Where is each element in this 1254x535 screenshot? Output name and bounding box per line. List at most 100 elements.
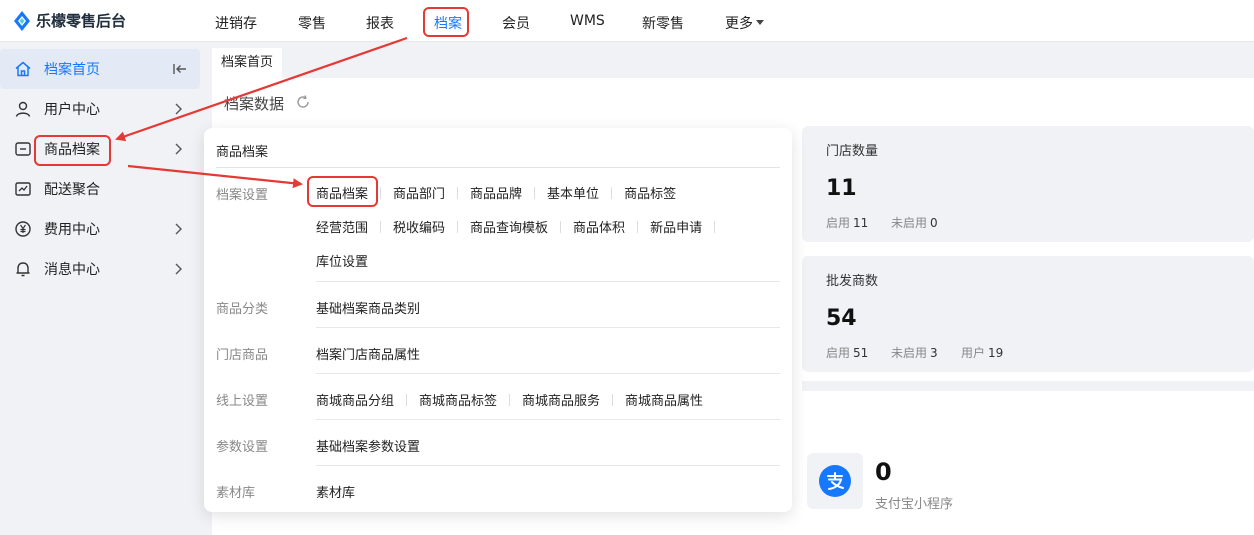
stat-users-label: 用户 [961,346,986,360]
row-label: 线上设置 [216,394,269,409]
home-icon [14,60,32,78]
section-title: 档案数据 [224,95,285,113]
goods-icon [14,140,32,158]
menu-link-goods-dept[interactable]: 商品部门 [393,183,445,202]
link-row: 基础档案参数设置 [316,436,420,455]
sidebar-item-archive-home[interactable]: 档案首页 [0,49,200,89]
nav-item-archive[interactable]: 档案 [434,13,462,33]
goods-archive-menu-panel: 商品档案 档案设置 商品档案 商品部门 商品品牌 基本单位 商品标签 经营范围 … [204,128,792,512]
stat-disabled: 未启用 3 [891,344,938,361]
menu-link-store-goods-attr[interactable]: 档案门店商品属性 [316,344,420,363]
separator [380,220,382,233]
refresh-icon[interactable] [296,95,310,109]
divider [316,281,780,282]
sidebar-item-label: 费用中心 [44,222,100,238]
separator [457,186,459,199]
menu-link-basic-unit[interactable]: 基本单位 [547,183,599,202]
menu-link-material-library[interactable]: 素材库 [316,482,355,501]
menu-link-goods-tag[interactable]: 商品标签 [624,183,676,202]
menu-link-tax-code[interactable]: 税收编码 [393,217,445,236]
link-row: 经营范围 税收编码 商品查询模板 商品体积 新品申请 [316,217,727,236]
sidebar-item-expense[interactable]: 费用中心 [0,209,200,249]
sidebar-item-label: 配送聚合 [44,182,100,198]
stat-enabled-value: 51 [853,346,869,360]
separator [612,393,614,406]
row-label: 商品分类 [216,302,269,317]
row-label: 素材库 [216,486,256,501]
brand-logo-icon [14,10,30,31]
sidebar-item-delivery[interactable]: 配送聚合 [0,169,200,209]
menu-link-param-settings[interactable]: 基础档案参数设置 [316,436,420,455]
nav-item-members[interactable]: 会员 [502,13,530,33]
stat-enabled-label: 启用 [826,216,851,230]
menu-link-new-product-request[interactable]: 新品申请 [650,217,702,236]
nav-item-inventory[interactable]: 进销存 [215,13,257,33]
nav-item-retail[interactable]: 零售 [298,13,326,33]
delivery-icon [14,180,32,198]
sidebar-item-label: 用户中心 [44,102,100,118]
section-divider [802,381,1254,391]
stat-enabled: 启用 51 [826,344,868,361]
link-row: 基础档案商品类别 [316,298,420,317]
chevron-right-icon [170,261,186,277]
alipay-label: 支付宝小程序 [875,497,954,512]
menu-link-goods-volume[interactable]: 商品体积 [573,217,625,236]
menu-link-mall-group[interactable]: 商城商品分组 [316,390,394,409]
panel-title: 商品档案 [216,145,269,160]
separator [560,220,562,233]
brand[interactable]: 乐檬零售后台 [14,10,126,31]
menu-link-basic-category[interactable]: 基础档案商品类别 [316,298,420,317]
sidebar-item-label: 商品档案 [44,142,100,158]
stat-users: 用户 19 [961,344,1003,361]
chevron-right-icon [170,141,186,157]
sidebar-item-user-center[interactable]: 用户中心 [0,89,200,129]
link-row: 库位设置 [316,251,368,270]
stat-enabled: 启用 11 [826,214,868,231]
menu-link-mall-tag[interactable]: 商城商品标签 [419,390,497,409]
link-row: 商品档案 商品部门 商品品牌 基本单位 商品标签 [316,183,676,202]
top-navigation-bar: 乐檬零售后台 进销存 零售 报表 档案 会员 WMS 新零售 更多 [0,0,1254,42]
nav-item-wms[interactable]: WMS [570,13,605,29]
collapse-sidebar-icon[interactable] [172,61,188,77]
separator [714,220,716,233]
divider [316,419,780,420]
nav-more-label: 更多 [725,16,753,32]
menu-link-goods-archive[interactable]: 商品档案 [316,183,368,202]
stat-label: 批发商数 [826,274,879,289]
caret-down-icon [756,19,764,25]
chevron-right-icon [170,221,186,237]
nav-item-new-retail[interactable]: 新零售 [642,13,684,33]
menu-link-query-template[interactable]: 商品查询模板 [470,217,548,236]
menu-link-location-settings[interactable]: 库位设置 [316,251,368,270]
separator [457,220,459,233]
stat-disabled-label: 未启用 [891,346,928,360]
divider [316,327,780,328]
link-row: 商城商品分组 商城商品标签 商城商品服务 商城商品属性 [316,390,703,409]
bell-icon [14,260,32,278]
separator [611,186,613,199]
divider [216,167,780,168]
stat-value: 11 [826,176,857,201]
separator [637,220,639,233]
menu-link-goods-brand[interactable]: 商品品牌 [470,183,522,202]
nav-item-reports[interactable]: 报表 [366,13,394,33]
tab-archive-home[interactable]: 档案首页 [212,48,283,78]
sidebar-item-messages[interactable]: 消息中心 [0,249,200,289]
stat-disabled-label: 未启用 [891,216,928,230]
alipay-icon [807,453,863,509]
separator [406,393,408,406]
sidebar: 档案首页 用户中心 商品档案 配送聚合 费用中心 消息中心 [0,42,200,535]
stat-label: 门店数量 [826,144,879,159]
sidebar-item-label: 档案首页 [44,62,100,78]
row-label: 档案设置 [216,188,269,203]
stat-disabled-value: 0 [930,216,938,230]
nav-item-more[interactable]: 更多 [725,13,764,33]
user-icon [14,100,32,118]
menu-link-business-scope[interactable]: 经营范围 [316,217,368,236]
sidebar-item-goods-archive[interactable]: 商品档案 [0,129,200,169]
row-label: 门店商品 [216,348,269,363]
menu-link-mall-service[interactable]: 商城商品服务 [522,390,600,409]
stat-enabled-value: 11 [853,216,869,230]
stat-value: 54 [826,306,857,331]
menu-link-mall-attr[interactable]: 商城商品属性 [625,390,703,409]
